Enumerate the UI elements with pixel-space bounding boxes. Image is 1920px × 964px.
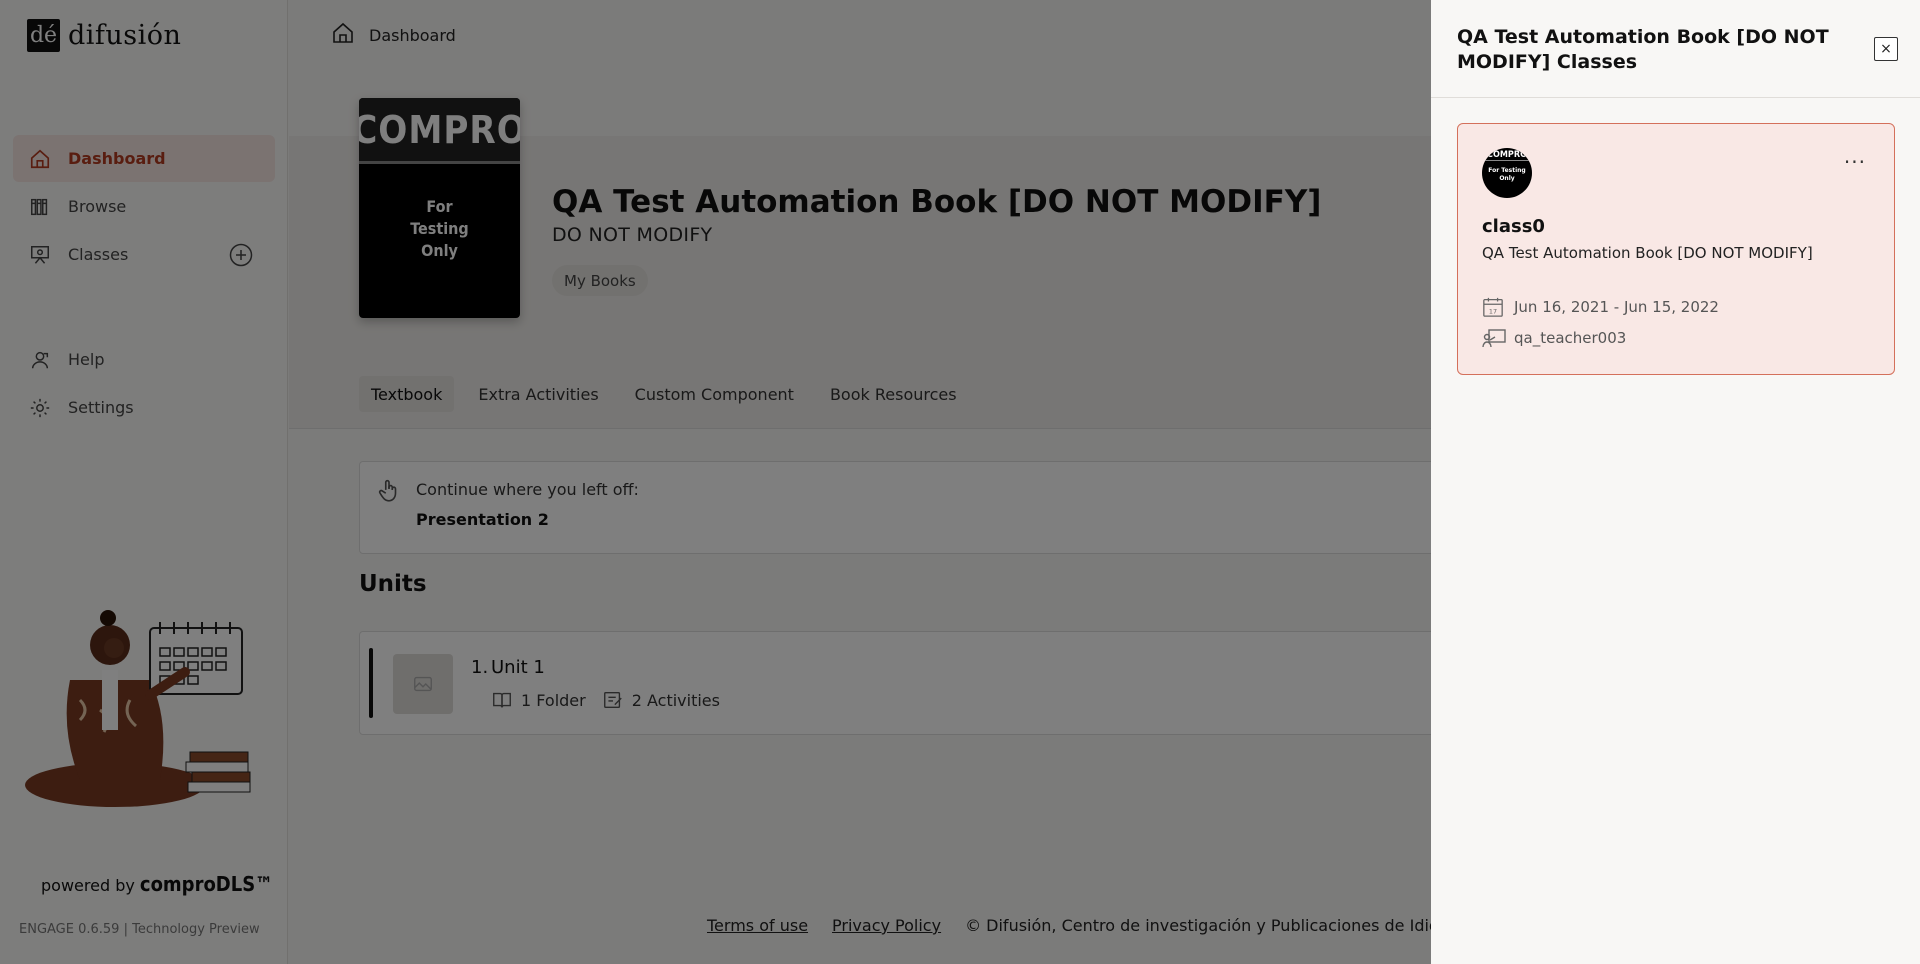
class-dates: Jun 16, 2021 - Jun 15, 2022 xyxy=(1514,298,1719,316)
classes-drawer: QA Test Automation Book [DO NOT MODIFY] … xyxy=(1431,0,1920,964)
svg-text:17: 17 xyxy=(1489,307,1497,315)
calendar-icon: 17 xyxy=(1482,296,1506,318)
close-button[interactable]: × xyxy=(1874,37,1898,61)
drawer-title: QA Test Automation Book [DO NOT MODIFY] … xyxy=(1457,26,1829,73)
more-options-icon[interactable]: ··· xyxy=(1844,150,1866,174)
close-icon: × xyxy=(1880,41,1892,57)
class-avatar: COMPRO For Testing Only xyxy=(1482,148,1532,198)
class-card[interactable]: COMPRO For Testing Only ··· class0 QA Te… xyxy=(1457,123,1895,375)
class-name: class0 xyxy=(1482,216,1545,237)
class-book: QA Test Automation Book [DO NOT MODIFY] xyxy=(1482,244,1813,262)
avatar-top-text: COMPRO xyxy=(1482,150,1532,161)
class-dates-row: 17 Jun 16, 2021 - Jun 15, 2022 xyxy=(1482,296,1719,318)
avatar-bottom-text: For Testing Only xyxy=(1488,167,1526,182)
class-teacher-row: qa_teacher003 xyxy=(1482,327,1626,349)
teacher-board-icon xyxy=(1482,327,1506,349)
class-teacher: qa_teacher003 xyxy=(1514,329,1627,347)
modal-backdrop[interactable] xyxy=(0,0,1431,964)
drawer-header: QA Test Automation Book [DO NOT MODIFY] … xyxy=(1431,0,1920,98)
